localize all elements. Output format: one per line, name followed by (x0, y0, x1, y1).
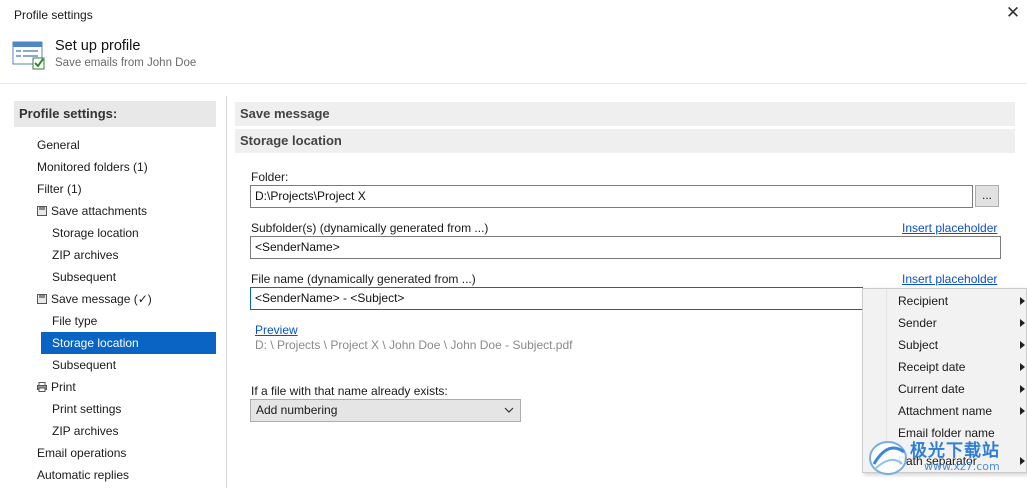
subfolders-input[interactable]: <SenderName> (250, 236, 1001, 259)
sidebar-item-automatic-replies[interactable]: Automatic replies (37, 464, 129, 488)
menu-item-attachment-name[interactable]: Attachment name (898, 400, 1025, 422)
sidebar-item-monitored-folders[interactable]: Monitored folders (1) (37, 156, 148, 178)
sidebar-item-save-attachments[interactable]: Save attachments (37, 200, 147, 222)
filename-input[interactable]: <SenderName> - <Subject> (250, 287, 863, 310)
menu-item-label: Subject (898, 338, 939, 352)
menu-item-label: Attachment name (898, 404, 993, 418)
folder-label: Folder: (251, 170, 289, 184)
watermark-url: www.xz7.com (924, 460, 1000, 473)
subsection-title: Storage location (235, 129, 1015, 153)
page-title: Set up profile (55, 38, 141, 54)
sidebar-item-label: Print (51, 380, 76, 394)
watermark-logo-icon (869, 441, 907, 475)
folder-input[interactable]: D:\Projects\Project X (250, 185, 973, 208)
sidebar-item-filter[interactable]: Filter (1) (37, 178, 82, 200)
sidebar-item-print-settings[interactable]: Print settings (52, 398, 121, 420)
save-icon (37, 201, 47, 216)
sidebar-item-email-operations[interactable]: Email operations (37, 442, 126, 464)
file-exists-selected-value: Add numbering (256, 403, 338, 417)
sidebar-item-print[interactable]: Print (37, 376, 76, 398)
menu-item-label: Receipt date (898, 360, 966, 374)
preview-link[interactable]: Preview (255, 323, 298, 337)
filename-label: File name (dynamically generated from ..… (251, 272, 476, 286)
sidebar-item-attachments-subsequent[interactable]: Subsequent (52, 266, 116, 288)
panel-divider (226, 96, 227, 488)
section-title: Save message (235, 102, 1015, 126)
sidebar-item-label: Save attachments (51, 204, 148, 218)
file-exists-select[interactable]: Add numbering (250, 399, 521, 422)
profile-settings-icon (12, 41, 46, 71)
watermark-text: 极光下载站 (910, 441, 1000, 461)
printer-icon (37, 377, 47, 392)
sidebar-item-print-zip-archives[interactable]: ZIP archives (52, 420, 118, 442)
sidebar-item-label: Save message (✓) (51, 292, 152, 306)
sidebar-item-attachments-zip-archives[interactable]: ZIP archives (52, 244, 118, 266)
menu-item-recipient[interactable]: Recipient (898, 290, 1025, 312)
chevron-down-icon (504, 403, 514, 417)
sidebar-heading: Profile settings: (14, 101, 216, 127)
browse-folder-button[interactable]: ... (975, 185, 999, 207)
watermark: 极光下载站 www.xz7.com (866, 434, 1026, 484)
file-exists-label: If a file with that name already exists: (251, 384, 448, 398)
submenu-arrow-icon (1020, 363, 1025, 371)
insert-placeholder-subfolder-link[interactable]: Insert placeholder (902, 221, 997, 235)
sidebar-item-message-storage-location[interactable]: Storage location (41, 332, 216, 354)
menu-item-sender[interactable]: Sender (898, 312, 1025, 334)
sidebar-item-message-subsequent[interactable]: Subsequent (52, 354, 116, 376)
submenu-arrow-icon (1020, 319, 1025, 327)
submenu-arrow-icon (1020, 341, 1025, 349)
insert-placeholder-filename-link[interactable]: Insert placeholder (902, 272, 997, 286)
submenu-arrow-icon (1020, 407, 1025, 415)
window-title: Profile settings (14, 8, 93, 22)
sidebar-item-save-message[interactable]: Save message (✓) (37, 288, 152, 310)
preview-path: D: \ Projects \ Project X \ John Doe \ J… (255, 338, 573, 352)
subfolders-label: Subfolder(s) (dynamically generated from… (251, 221, 489, 235)
sidebar-item-file-type[interactable]: File type (52, 310, 97, 332)
submenu-arrow-icon (1020, 385, 1025, 393)
header-divider (0, 83, 1027, 84)
sidebar-item-attachments-storage-location[interactable]: Storage location (52, 222, 139, 244)
menu-item-subject[interactable]: Subject (898, 334, 1025, 356)
menu-item-current-date[interactable]: Current date (898, 378, 1025, 400)
close-icon[interactable]: ✕ (1002, 2, 1024, 24)
sidebar-item-general[interactable]: General (37, 134, 80, 156)
save-icon (37, 289, 47, 304)
menu-item-receipt-date[interactable]: Receipt date (898, 356, 1025, 378)
menu-item-label: Current date (898, 382, 965, 396)
menu-item-label: Sender (898, 316, 937, 330)
page-subtitle: Save emails from John Doe (55, 57, 197, 69)
submenu-arrow-icon (1020, 297, 1025, 305)
menu-item-label: Recipient (898, 294, 949, 308)
